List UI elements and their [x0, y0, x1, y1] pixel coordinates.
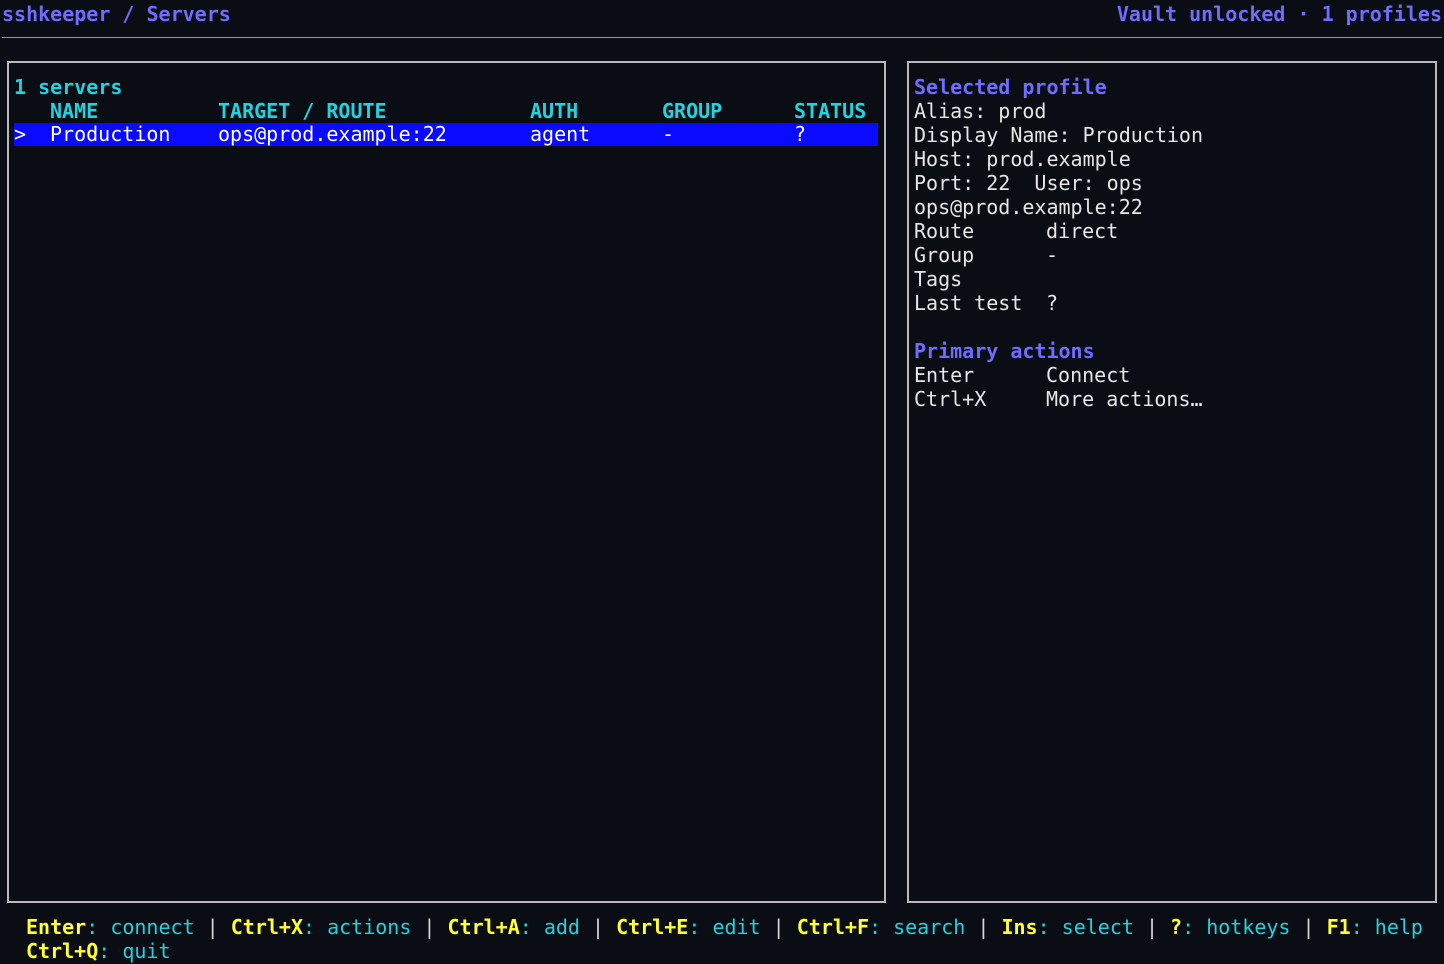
hotkey-ctrl-q-label[interactable]: quit — [122, 939, 170, 963]
footer-hotkeys-line-1: Enter: connect | Ctrl+X: actions | Ctrl+… — [26, 915, 1423, 939]
hotkey-enter-label[interactable]: connect — [110, 915, 194, 939]
server-status: ? — [794, 122, 807, 146]
column-header-name: NAME — [50, 99, 99, 123]
breadcrumb: sshkeeper / Servers — [2, 2, 231, 26]
action-connect-label[interactable]: Connect — [1046, 363, 1130, 387]
table-row[interactable]: > Production ops@prod.example:22 agent -… — [14, 123, 878, 146]
column-header-target: TARGET / ROUTE — [218, 99, 387, 123]
detail-target: ops@prod.example:22 — [914, 195, 1143, 219]
hotkey-ctrl-e-key: Ctrl+E — [616, 915, 689, 939]
vault-status: Vault unlocked · 1 profiles — [1116, 2, 1442, 26]
hotkey-ctrl-e-label[interactable]: edit — [712, 915, 760, 939]
hotkey-ctrl-q-key: Ctrl+Q — [26, 939, 99, 963]
hotkey-enter-key: Enter — [26, 915, 87, 939]
detail-route-label: Route — [914, 219, 975, 243]
hotkey-f1-label[interactable]: help — [1375, 915, 1423, 939]
hotkey-ctrl-a-key: Ctrl+A — [447, 915, 520, 939]
detail-port-user: Port: 22 User: ops — [914, 171, 1143, 195]
title-divider — [2, 37, 1442, 38]
action-connect-key: Enter — [914, 363, 975, 387]
hotkey-hotkeys-label[interactable]: hotkeys — [1206, 915, 1290, 939]
hotkey-ctrl-f-key: Ctrl+F — [796, 915, 869, 939]
server-group: - — [662, 122, 675, 146]
column-header-auth: AUTH — [530, 99, 579, 123]
hotkey-ctrl-x-label[interactable]: actions — [327, 915, 411, 939]
action-more-label[interactable]: More actions… — [1046, 387, 1203, 411]
hotkey-ctrl-x-key: Ctrl+X — [230, 915, 303, 939]
hotkey-f1-key: F1 — [1326, 915, 1351, 939]
server-count: 1 servers — [14, 75, 123, 99]
detail-group-value: - — [1046, 243, 1059, 267]
detail-host: Host: prod.example — [914, 147, 1131, 171]
detail-group-label: Group — [914, 243, 975, 267]
detail-last-test-value: ? — [1046, 291, 1059, 315]
column-header-status: STATUS — [794, 99, 867, 123]
detail-last-test-label: Last test — [914, 291, 1023, 315]
primary-actions-heading: Primary actions — [914, 339, 1095, 363]
detail-route-value: direct — [1046, 219, 1119, 243]
hotkey-ctrl-a-label[interactable]: add — [544, 915, 580, 939]
footer-hotkeys-line-2: Ctrl+Q: quit — [26, 939, 171, 963]
detail-display-name: Display Name: Production — [914, 123, 1203, 147]
hotkey-ctrl-f-label[interactable]: search — [893, 915, 965, 939]
detail-alias: Alias: prod — [914, 99, 1047, 123]
selected-profile-heading: Selected profile — [914, 75, 1107, 99]
hotkey-ins-label[interactable]: select — [1062, 915, 1134, 939]
server-auth: agent — [530, 122, 591, 146]
server-name: Production — [50, 122, 171, 146]
detail-tags-label: Tags — [914, 267, 963, 291]
hotkey-help-key: ? — [1170, 915, 1183, 939]
server-list-pane[interactable] — [7, 61, 886, 903]
selection-marker: > — [14, 122, 27, 146]
action-more-key: Ctrl+X — [914, 387, 987, 411]
server-target: ops@prod.example:22 — [218, 122, 447, 146]
column-header-group: GROUP — [662, 99, 723, 123]
hotkey-ins-key: Ins — [1001, 915, 1038, 939]
